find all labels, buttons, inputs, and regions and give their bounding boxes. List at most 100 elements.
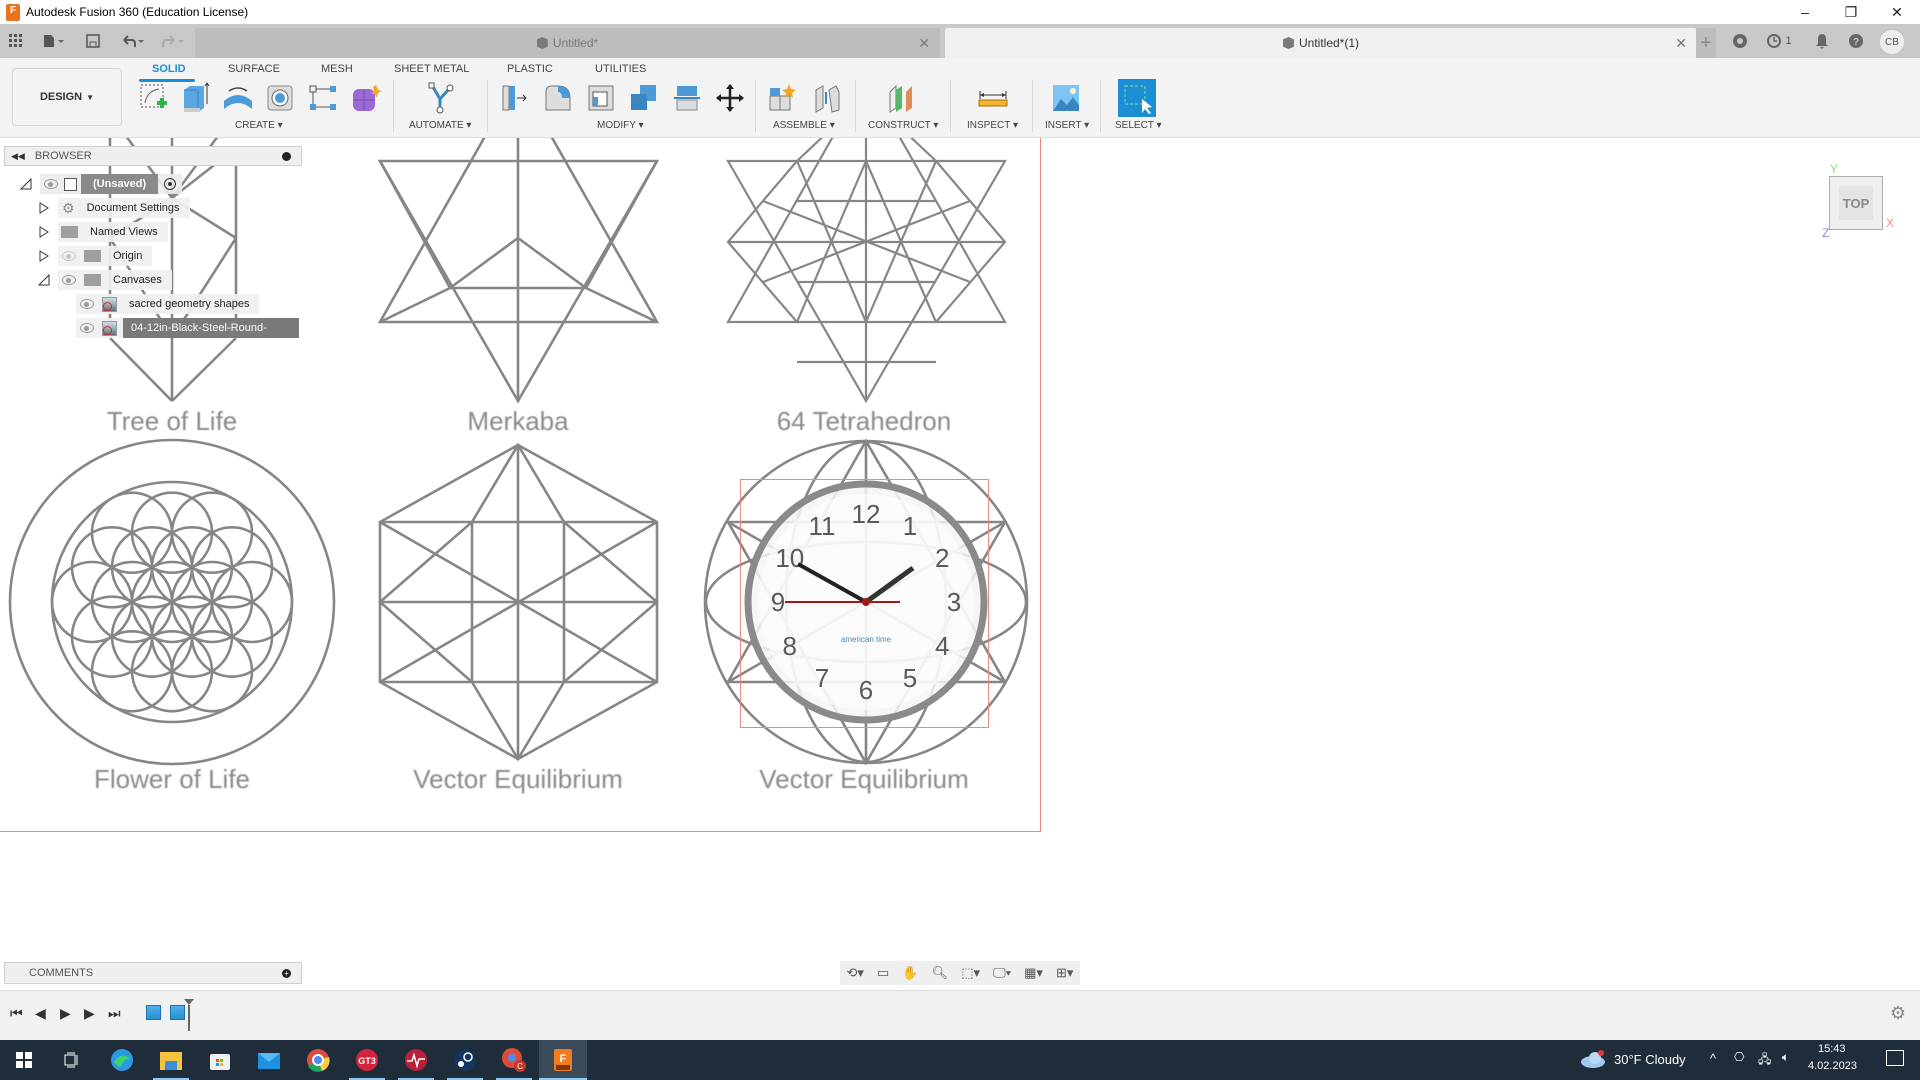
viewcube-top-face[interactable]: TOP [1839,186,1873,220]
viewports-icon[interactable]: ⊞▾ [1056,965,1073,981]
new-component-icon[interactable] [765,80,801,116]
timeline-canvas-feature-2[interactable] [170,1005,185,1020]
root-component-label[interactable]: (Unsaved) [81,174,159,194]
activate-radio-icon[interactable] [164,178,177,190]
show-hidden-icons-chevron[interactable]: ^ [1710,1051,1716,1066]
tab-untitled[interactable]: Untitled* ✕ [195,28,940,58]
assemble-group-label[interactable]: ASSEMBLE ▾ [773,120,835,131]
revolve-icon[interactable] [220,80,256,116]
combine-icon[interactable] [626,80,662,116]
comments-panel[interactable]: COMMENTS + [4,962,302,984]
browser-item-canvas-clock[interactable]: 04-12in-Black-Steel-Round-Sur... [76,318,299,354]
clock-time[interactable]: 15:43 [1818,1043,1846,1055]
joint-icon[interactable] [808,80,844,116]
redo-icon[interactable] [156,24,188,58]
action-center-icon[interactable] [1886,1050,1904,1066]
clock-date[interactable]: 4.02.2023 [1808,1060,1857,1072]
microsoft-store-icon[interactable] [196,1040,244,1080]
close-button[interactable]: ✕ [1874,0,1920,24]
browser-root-row[interactable]: (Unsaved) [20,174,183,194]
browser-item-origin[interactable]: Origin [38,246,153,266]
network-tray-icon[interactable]: 🖧 [1758,1050,1771,1071]
modify-group-label[interactable]: MODIFY ▾ [597,120,644,131]
hole-icon[interactable] [262,80,298,116]
edge-browser-icon[interactable] [98,1040,146,1080]
timeline-marker[interactable] [184,999,194,1031]
task-view-icon[interactable] [48,1040,96,1080]
create-form-icon[interactable] [348,80,384,116]
save-icon[interactable] [82,24,104,58]
tab-close-icon[interactable]: ✕ [1675,35,1687,52]
go-to-end-icon[interactable]: ⏭ [108,1005,121,1022]
volume-tray-icon[interactable]: 🔈︎ [1782,1050,1789,1065]
browser-item-named-views[interactable]: Named Views [38,222,168,242]
user-avatar[interactable]: CB [1880,30,1904,54]
create-sketch-icon[interactable] [136,80,172,116]
file-menu-icon[interactable] [38,24,70,58]
automate-icon[interactable] [422,80,458,116]
select-icon[interactable] [1118,79,1156,117]
construct-plane-icon[interactable] [884,80,920,116]
tab-mesh[interactable]: MESH [321,60,353,78]
inspect-group-label[interactable]: INSPECT ▾ [967,120,1018,131]
camera-tray-icon[interactable]: ⎔ [1734,1050,1744,1064]
steam-icon[interactable] [441,1040,489,1080]
display-settings-icon[interactable]: 🖵▾ [993,965,1011,981]
insert-image-icon[interactable] [1048,80,1084,116]
tab-solid[interactable]: SOLID [152,60,186,78]
new-tab-plus-icon[interactable]: + [1696,28,1716,58]
visibility-eye-icon[interactable] [80,299,94,309]
timeline-canvas-feature-1[interactable] [146,1005,161,1020]
step-forward-icon[interactable]: ▶ [84,1005,95,1022]
grid-settings-icon[interactable]: ▦▾ [1024,965,1043,981]
minimize-button[interactable]: – [1782,0,1828,24]
move-copy-icon[interactable] [712,80,748,116]
timeline-settings-gear-icon[interactable]: ⚙ [1890,1003,1906,1024]
extrude-icon[interactable] [177,80,213,116]
browser-item-document-settings[interactable]: ⚙ Document Settings [38,198,190,218]
data-panel-grid-icon[interactable] [4,24,28,58]
select-group-label[interactable]: SELECT ▾ [1115,120,1162,131]
help-icon[interactable]: ? [1846,24,1866,58]
pan-hand-icon[interactable]: ✋ [902,965,918,981]
extensions-icon[interactable] [1730,24,1750,58]
construct-group-label[interactable]: CONSTRUCT ▾ [868,120,938,131]
insert-group-label[interactable]: INSERT ▾ [1045,120,1089,131]
weather-cloud-icon[interactable] [1580,1050,1606,1068]
play-icon[interactable]: ▶ [60,1005,71,1022]
tab-utilities[interactable]: UTILITIES [595,60,646,78]
notifications-bell-icon[interactable] [1812,24,1832,58]
viewcube[interactable]: TOP [1829,176,1883,230]
tab-surface[interactable]: SURFACE [228,60,280,78]
offset-face-icon[interactable] [669,80,705,116]
start-button[interactable] [0,1040,48,1080]
undo-icon[interactable] [116,24,148,58]
chrome-icon[interactable] [294,1040,342,1080]
fusion-360-taskbar-icon[interactable]: F [539,1040,587,1080]
tab-plastic[interactable]: PLASTIC [507,60,553,78]
file-explorer-icon[interactable] [147,1040,195,1080]
weather-text[interactable]: 30°F Cloudy [1614,1052,1686,1067]
visibility-eye-icon[interactable] [80,323,94,333]
visibility-eye-icon[interactable] [44,179,58,189]
add-comment-icon[interactable]: + [282,968,291,978]
go-to-start-icon[interactable]: ⏮ [10,1005,23,1022]
tab-close-icon[interactable]: ✕ [918,35,930,52]
mail-icon[interactable] [245,1040,293,1080]
job-status-icon[interactable]: 1 [1764,24,1794,58]
tab-untitled-1[interactable]: Untitled*(1) ✕ [945,28,1697,58]
browser-item-canvases[interactable]: Canvases [38,270,172,290]
create-group-label[interactable]: CREATE ▾ [235,120,283,131]
look-at-icon[interactable]: ▭ [877,965,889,981]
design-viewport[interactable]: 12 1 2 3 4 5 6 7 8 9 10 11 american time Tree of Li… [0,138,1920,1000]
browser-item-canvas-sacred-geometry[interactable]: sacred geometry shapes [76,294,260,314]
shell-icon[interactable] [583,80,619,116]
collapse-panel-icon[interactable]: ◀◀ [11,151,25,162]
fit-window-icon[interactable]: ⬚▾ [961,965,980,981]
gt3-app-icon[interactable]: GT3 [343,1040,391,1080]
pattern-icon[interactable] [305,80,341,116]
measure-icon[interactable] [975,80,1011,116]
automate-group-label[interactable]: AUTOMATE ▾ [409,120,471,131]
visibility-eye-icon[interactable] [62,275,76,285]
press-pull-icon[interactable] [496,80,532,116]
